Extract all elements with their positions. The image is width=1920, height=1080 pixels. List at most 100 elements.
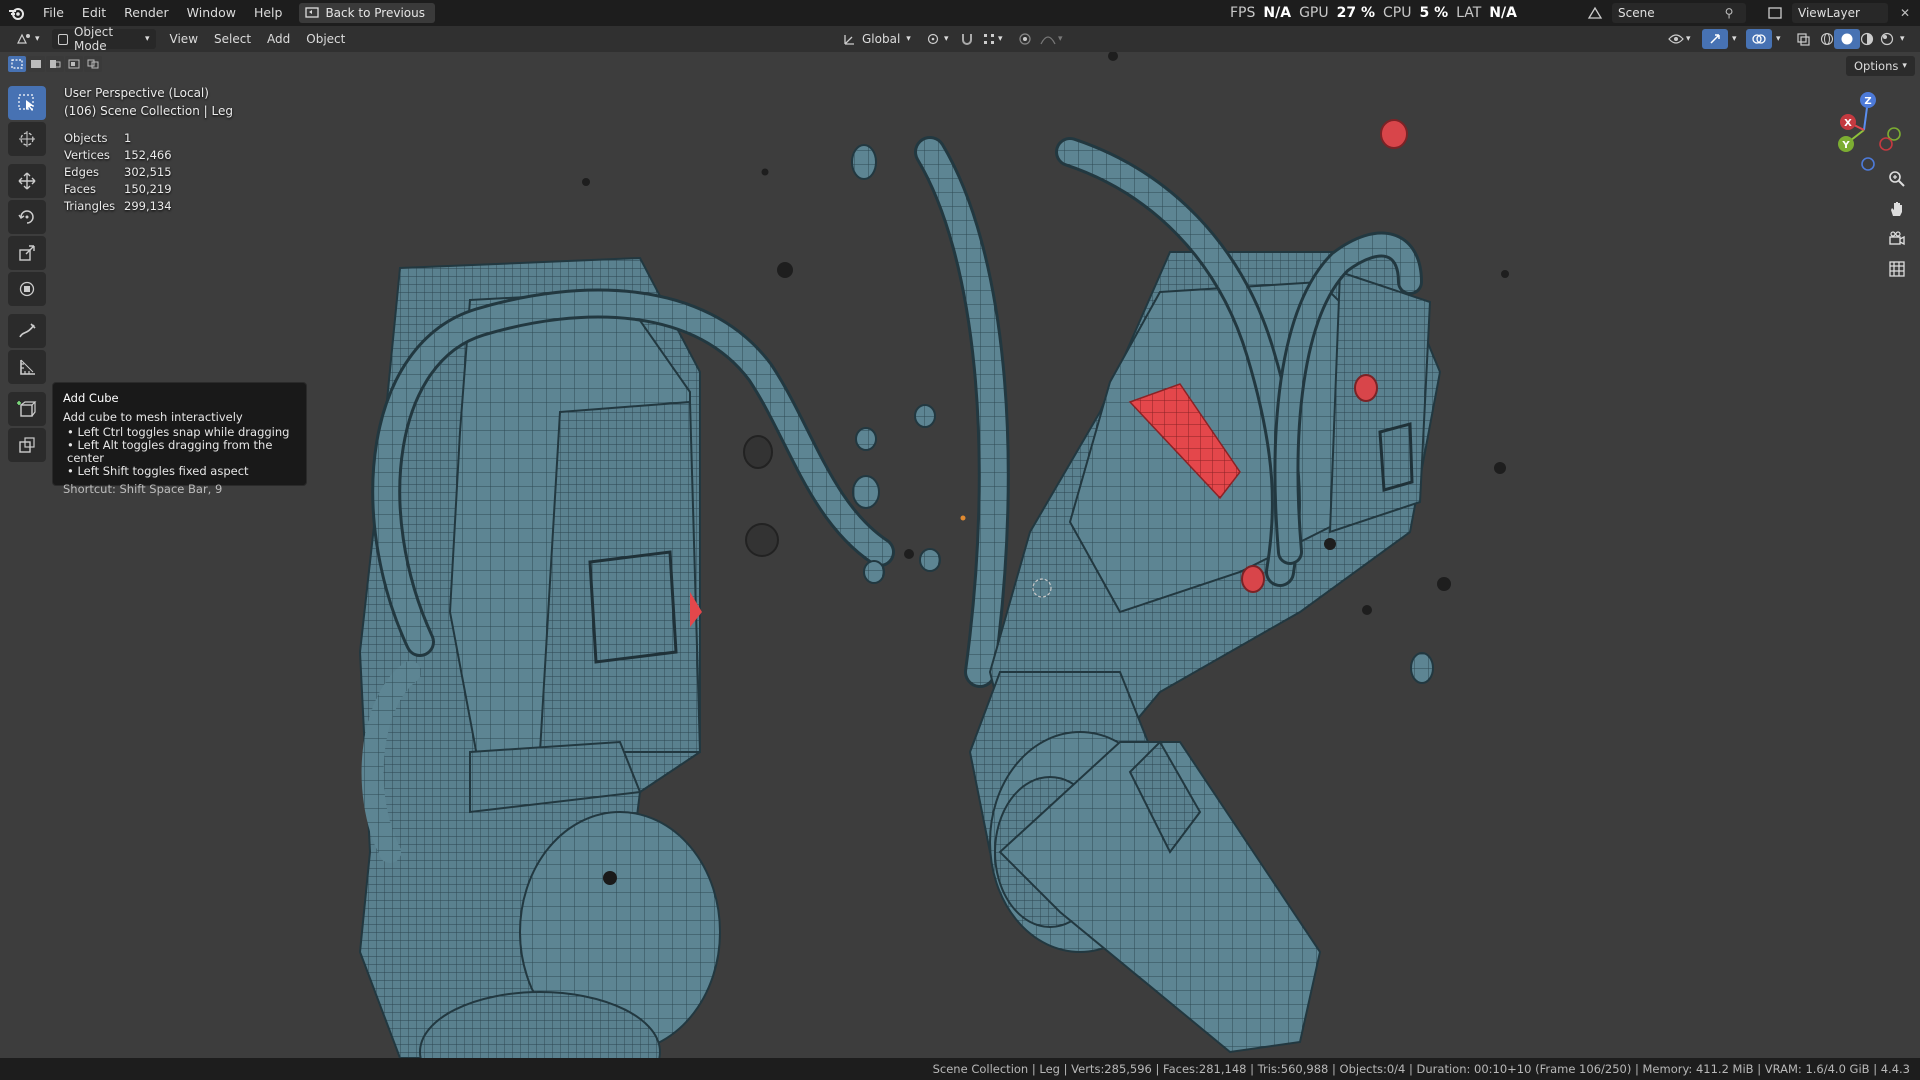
stat-row-faces: Faces 150,219 bbox=[64, 182, 172, 196]
menu-edit[interactable]: Edit bbox=[73, 0, 115, 26]
gizmo-dropdown[interactable]: ▾ bbox=[1726, 29, 1743, 49]
crosshair-cursor-icon bbox=[19, 131, 35, 147]
options-label: Options bbox=[1854, 59, 1899, 73]
back-to-previous-label: Back to Previous bbox=[325, 6, 425, 20]
cursor-tool[interactable] bbox=[8, 122, 46, 156]
orientation-label: Global bbox=[862, 32, 901, 46]
view-menu[interactable]: View bbox=[164, 29, 204, 49]
menu-window[interactable]: Window bbox=[178, 0, 245, 26]
object-mode-label: Object Mode bbox=[73, 25, 114, 53]
navigation-gizmo[interactable]: Z Y X bbox=[1828, 88, 1904, 172]
select-invert-button[interactable] bbox=[65, 56, 83, 72]
orientation-icon bbox=[844, 35, 854, 45]
stat-row-objects: Objects 1 bbox=[64, 131, 132, 145]
ruler-icon bbox=[20, 359, 35, 375]
editor-type-icon bbox=[17, 33, 30, 44]
xray-toggle[interactable] bbox=[1790, 29, 1816, 49]
measure-tool[interactable] bbox=[8, 350, 46, 384]
select-intersect-button[interactable] bbox=[84, 56, 102, 72]
scale-icon bbox=[19, 245, 35, 261]
object-menu[interactable]: Object bbox=[300, 29, 351, 49]
eye-icon bbox=[1668, 34, 1684, 44]
move-tool[interactable] bbox=[8, 164, 46, 198]
lat-value: N/A bbox=[1489, 5, 1517, 21]
stat-row-triangles: Triangles 299,134 bbox=[64, 199, 172, 213]
center-hose-mesh[interactable] bbox=[917, 139, 1007, 685]
view-layer-icon[interactable] bbox=[1766, 4, 1784, 22]
hand-icon bbox=[1891, 202, 1902, 216]
gizmo-toggle[interactable] bbox=[1702, 29, 1728, 49]
select-extend-button[interactable] bbox=[27, 56, 45, 72]
gpu-label: GPU bbox=[1299, 5, 1329, 21]
tooltip-bullet: • Left Alt toggles dragging from the cen… bbox=[67, 438, 273, 465]
selection-mode-row bbox=[8, 56, 102, 72]
scale-tool[interactable] bbox=[8, 236, 46, 270]
falloff-curve-icon bbox=[1040, 36, 1056, 45]
object-mode-dropdown[interactable]: Object Mode ▾ bbox=[51, 25, 156, 53]
add-menu[interactable]: Add bbox=[261, 29, 296, 49]
zoom-button[interactable] bbox=[1884, 166, 1910, 192]
proportional-falloff-dropdown[interactable]: ▾ bbox=[1034, 29, 1069, 49]
add-cube-icon bbox=[17, 401, 37, 417]
editor-type-button[interactable]: ▾ bbox=[10, 29, 46, 49]
ortho-toggle-button[interactable] bbox=[1884, 256, 1910, 282]
tooltip-description: Add cube to mesh interactively bbox=[63, 410, 243, 424]
pan-button[interactable] bbox=[1884, 196, 1910, 222]
scene-name: Scene bbox=[1618, 6, 1655, 20]
gizmo-neg-z[interactable] bbox=[1861, 157, 1875, 171]
overlays-icon bbox=[1752, 34, 1766, 44]
stat-row-vertices: Vertices 152,466 bbox=[64, 148, 172, 162]
select-new-button[interactable] bbox=[8, 56, 26, 72]
pivot-point-dropdown[interactable]: ▾ bbox=[920, 29, 955, 49]
transform-tool[interactable] bbox=[8, 272, 46, 306]
overlays-toggle[interactable] bbox=[1746, 29, 1772, 49]
add-cube-variant-tool[interactable] bbox=[8, 428, 46, 462]
proportional-edit-icon bbox=[1019, 33, 1031, 45]
svg-text:X: X bbox=[1844, 118, 1852, 129]
menu-render[interactable]: Render bbox=[115, 0, 178, 26]
shading-dropdown[interactable]: ▾ bbox=[1894, 29, 1911, 49]
pencil-icon bbox=[19, 323, 36, 338]
visibility-dropdown[interactable]: ▾ bbox=[1662, 29, 1697, 49]
grid-icon bbox=[1889, 261, 1905, 277]
gizmo-icon bbox=[1710, 34, 1720, 44]
scene-render[interactable] bbox=[0, 52, 1920, 1058]
right-leg-mesh[interactable] bbox=[968, 251, 1442, 1054]
gizmo-neg-y[interactable] bbox=[1887, 127, 1901, 141]
viewport-perspective-label: User Perspective (Local) bbox=[64, 86, 209, 100]
view-layer-selector[interactable]: ViewLayer bbox=[1792, 3, 1888, 23]
rotate-tool[interactable] bbox=[8, 200, 46, 234]
transform-orientation-dropdown[interactable]: Global ▾ bbox=[836, 29, 917, 49]
snap-target-dropdown[interactable]: ▾ bbox=[976, 29, 1009, 49]
menu-help[interactable]: Help bbox=[245, 0, 292, 26]
cube-boolean-icon bbox=[19, 437, 35, 453]
camera-view-button[interactable] bbox=[1884, 226, 1910, 252]
annotate-tool[interactable] bbox=[8, 314, 46, 348]
3d-viewport[interactable]: User Perspective (Local) (106) Scene Col… bbox=[0, 52, 1920, 1058]
solid-sphere-icon bbox=[1841, 33, 1853, 45]
cpu-value: 5 % bbox=[1419, 5, 1449, 21]
select-menu[interactable]: Select bbox=[208, 29, 257, 49]
object-mode-icon bbox=[57, 33, 68, 45]
menu-file[interactable]: File bbox=[34, 0, 73, 26]
rotate-icon bbox=[18, 210, 34, 224]
fps-value: N/A bbox=[1263, 5, 1292, 21]
gizmo-neg-x[interactable] bbox=[1879, 137, 1893, 151]
overlays-dropdown[interactable]: ▾ bbox=[1770, 29, 1787, 49]
stat-row-edges: Edges 302,515 bbox=[64, 165, 172, 179]
options-dropdown[interactable]: Options ▾ bbox=[1846, 56, 1915, 76]
back-to-previous-button[interactable]: Back to Previous bbox=[299, 3, 435, 23]
add-cube-tool[interactable] bbox=[8, 392, 46, 426]
tooltip-shortcut: Shortcut: Shift Space Bar, 9 bbox=[63, 482, 223, 496]
camera-icon bbox=[1889, 231, 1905, 246]
viewport-collection-label: (106) Scene Collection | Leg bbox=[64, 104, 233, 118]
scene-statistics: Objects 1 Vertices 152,466 Edges 302,515 Fa… bbox=[64, 130, 172, 215]
close-view-layer-icon[interactable]: ✕ bbox=[1896, 4, 1914, 22]
select-box-tool[interactable] bbox=[8, 86, 46, 120]
performance-stats: FPS N/A GPU 27 % CPU 5 % LAT N/A bbox=[1230, 0, 1517, 26]
blender-logo-icon[interactable] bbox=[0, 0, 34, 26]
scene-icon[interactable] bbox=[1586, 4, 1604, 22]
svg-text:Y: Y bbox=[1841, 140, 1850, 151]
view-layer-name: ViewLayer bbox=[1798, 6, 1860, 20]
select-subtract-button[interactable] bbox=[46, 56, 64, 72]
